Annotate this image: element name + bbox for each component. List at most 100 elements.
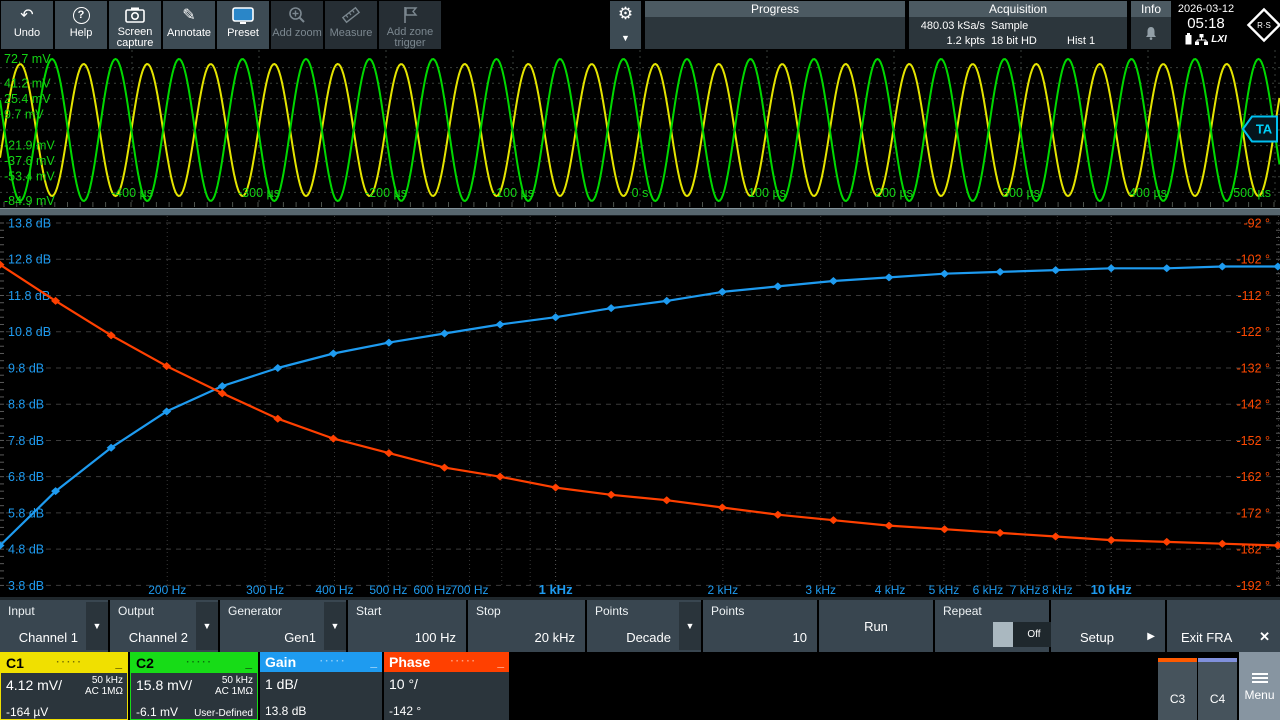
bell-icon: [1143, 25, 1159, 41]
fra-points-mode-select[interactable]: Points Decade ▼: [587, 600, 701, 652]
dropdown-icon[interactable]: ▼: [324, 602, 346, 650]
svg-text:-112 °: -112 °: [1237, 289, 1270, 303]
info-panel[interactable]: Info: [1131, 1, 1171, 49]
flag-icon: [402, 5, 418, 24]
info-title: Info: [1131, 1, 1171, 17]
fra-start-label: Start: [356, 604, 381, 618]
svg-text:10 kHz: 10 kHz: [1091, 582, 1133, 597]
minimize-icon[interactable]: _: [370, 657, 377, 667]
fra-exit-button[interactable]: Exit FRA ✕: [1167, 600, 1280, 652]
svg-text:25.4 mV: 25.4 mV: [4, 92, 51, 106]
dropdown-icon[interactable]: ▼: [86, 602, 108, 650]
clock[interactable]: 2026-03-12 05:18 LXI: [1173, 1, 1239, 49]
gear-icon: ⚙: [618, 5, 633, 22]
minimize-icon[interactable]: _: [245, 658, 252, 668]
svg-text:6 kHz: 6 kHz: [973, 583, 1004, 597]
fra-generator-value: Gen1: [284, 630, 316, 645]
progress-title: Progress: [645, 1, 905, 17]
menu-button[interactable]: Menu: [1239, 652, 1280, 720]
channel2-title: C2: [136, 655, 154, 671]
channel2-body: 15.8 mV/ 50 kHz AC 1MΩ -6.1 mV User-Defi…: [131, 673, 257, 720]
fra-toolbar: Input Channel 1 ▼ Output Channel 2 ▼ Gen…: [0, 600, 1280, 652]
help-button[interactable]: ? Help: [55, 1, 107, 49]
gain-title: Gain: [265, 654, 296, 670]
acquisition-panel[interactable]: Acquisition 480.03 kSa/s Sample 1.2 kpts…: [909, 1, 1127, 49]
phase-position: -142 °: [389, 704, 421, 718]
fra-start-field[interactable]: Start 100 Hz: [348, 600, 466, 652]
undo-icon: ↶: [20, 5, 33, 25]
sample-rate: 480.03 kSa/s: [911, 19, 991, 34]
brand-logo-text: R·S: [1257, 21, 1271, 30]
svg-text:4 kHz: 4 kHz: [875, 583, 906, 597]
undo-button[interactable]: ↶ Undo: [1, 1, 53, 49]
hamburger-icon: [1252, 671, 1268, 685]
gain-widget[interactable]: Gain ····· _ 1 dB/ 13.8 dB: [260, 652, 382, 720]
channel2-bandwidth: 50 kHz: [222, 675, 253, 686]
fra-points-field[interactable]: Points 10: [703, 600, 817, 652]
help-label: Help: [70, 28, 93, 39]
fra-output-select[interactable]: Output Channel 2 ▼: [110, 600, 218, 652]
channel4-color-stripe: [1198, 658, 1237, 662]
channel3-button[interactable]: C3: [1158, 658, 1197, 720]
help-icon: ?: [73, 5, 90, 25]
progress-panel[interactable]: Progress: [645, 1, 905, 49]
channel2-header[interactable]: C2 ····· _: [131, 653, 257, 673]
channel1-header[interactable]: C1 ····· _: [1, 653, 127, 673]
channel3-color-stripe: [1158, 658, 1197, 662]
fra-repeat-label: Repeat: [943, 604, 982, 618]
repeat-toggle[interactable]: Off: [993, 622, 1055, 647]
panel-divider[interactable]: [0, 208, 1280, 216]
fra-setup-button[interactable]: Setup ▶: [1051, 600, 1165, 652]
channel4-button[interactable]: C4: [1198, 658, 1237, 720]
svg-text:1 kHz: 1 kHz: [539, 582, 573, 597]
add-zone-trigger-button[interactable]: Add zone trigger: [379, 1, 441, 49]
channel1-offset: -164 µV: [6, 705, 48, 719]
svg-text:-53.4 mV: -53.4 mV: [4, 170, 55, 184]
fra-generator-select[interactable]: Generator Gen1 ▼: [220, 600, 346, 652]
fra-input-select[interactable]: Input Channel 1 ▼: [0, 600, 108, 652]
fra-setup-label: Setup: [1051, 630, 1143, 645]
screen-capture-button[interactable]: Screen capture: [109, 1, 161, 49]
svg-text:3 kHz: 3 kHz: [805, 583, 836, 597]
add-zoom-button[interactable]: Add zoom: [271, 1, 323, 49]
fra-run-button[interactable]: Run: [819, 600, 933, 652]
channel2-coupling: AC 1MΩ: [215, 686, 253, 697]
dropdown-icon[interactable]: ▼: [196, 602, 218, 650]
time: 05:18: [1187, 15, 1225, 32]
dropdown-icon[interactable]: ▼: [679, 602, 701, 650]
svg-text:8 kHz: 8 kHz: [1042, 583, 1073, 597]
svg-text:13.8 dB: 13.8 dB: [8, 217, 51, 231]
phase-widget[interactable]: Phase ····· _ 10 °/ -142 °: [384, 652, 509, 720]
zoom-plus-icon: [288, 5, 306, 25]
channel4-label: C4: [1210, 692, 1225, 706]
svg-text:10.8 dB: 10.8 dB: [8, 325, 51, 339]
svg-text:-400 µs: -400 µs: [111, 186, 153, 200]
svg-text:500 Hz: 500 Hz: [369, 583, 407, 597]
drag-handle-icon: ·····: [430, 658, 497, 666]
phase-header[interactable]: Phase ····· _: [384, 652, 509, 672]
annotate-button[interactable]: ✎ Annotate: [163, 1, 215, 49]
screen-capture-label: Screen capture: [109, 27, 161, 49]
channel2-widget[interactable]: C2 ····· _ 15.8 mV/ 50 kHz AC 1MΩ -6.1 m…: [130, 652, 258, 720]
minimize-icon[interactable]: _: [115, 658, 122, 668]
gain-header[interactable]: Gain ····· _: [260, 652, 382, 672]
undo-label: Undo: [14, 28, 40, 39]
resolution: 18 bit HD: [991, 34, 1067, 49]
minimize-icon[interactable]: _: [497, 657, 504, 667]
channel2-scale: 15.8 mV/: [136, 677, 192, 693]
svg-text:200 µs: 200 µs: [875, 186, 913, 200]
fra-repeat-group: Repeat Off: [935, 600, 1049, 652]
svg-text:600 Hz: 600 Hz: [413, 583, 451, 597]
svg-text:-172 °: -172 °: [1237, 506, 1271, 520]
preset-button[interactable]: Preset: [217, 1, 269, 49]
svg-text:-162 °: -162 °: [1237, 470, 1271, 484]
close-icon: ✕: [1259, 629, 1270, 645]
fra-output-label: Output: [118, 604, 154, 618]
settings-button[interactable]: ⚙ ▼: [610, 1, 641, 49]
channel1-widget[interactable]: C1 ····· _ 4.12 mV/ 50 kHz AC 1MΩ -164 µ…: [0, 652, 128, 720]
fra-stop-field[interactable]: Stop 20 kHz: [468, 600, 585, 652]
svg-text:-37.6 mV: -37.6 mV: [4, 154, 55, 168]
measure-button[interactable]: Measure: [325, 1, 377, 49]
oscilloscope-screen: 72.7 mV41.2 mV25.4 mV9.7 mV-21.9 mV-37.6…: [0, 0, 1280, 720]
fra-output-value: Channel 2: [129, 630, 188, 645]
